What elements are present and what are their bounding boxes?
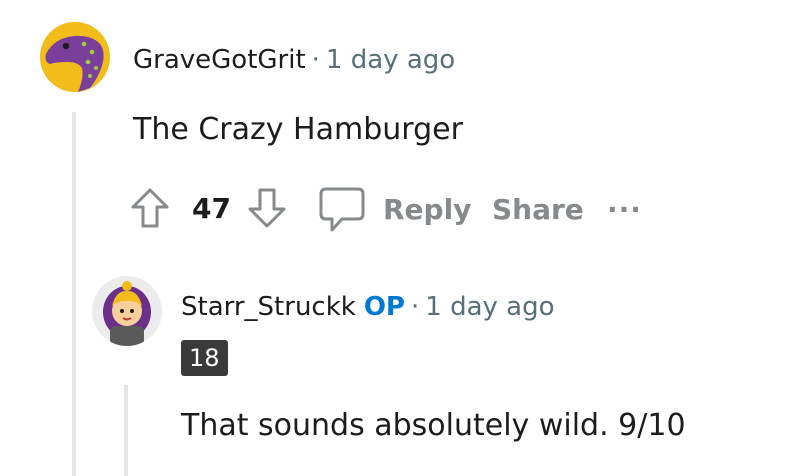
avatar[interactable] (92, 276, 162, 346)
comment-body: That sounds absolutely wild. 9/10 (181, 408, 686, 443)
reply-bubble-icon[interactable] (318, 186, 366, 234)
more-options-button[interactable]: ... (607, 183, 642, 223)
character-avatar-icon (92, 276, 162, 346)
comment-body: The Crazy Hamburger (133, 112, 463, 147)
vote-count: 47 (192, 192, 231, 225)
comment-timestamp[interactable]: 1 day ago (326, 45, 455, 75)
meta-separator: · (311, 45, 320, 75)
comment-meta: GraveGotGrit · 1 day ago (133, 42, 455, 78)
avatar[interactable] (40, 22, 110, 92)
user-flair: 18 (181, 340, 228, 376)
op-badge: OP (363, 292, 405, 322)
downvote-icon[interactable] (247, 187, 287, 229)
comment-author[interactable]: GraveGotGrit (133, 45, 306, 75)
reply-button[interactable]: Reply (383, 190, 471, 230)
share-button[interactable]: Share (492, 190, 584, 230)
meta-separator: · (411, 292, 420, 322)
upvote-icon[interactable] (130, 187, 170, 229)
thread-line-1[interactable] (72, 112, 76, 476)
comment-author[interactable]: Starr_Struckk (181, 292, 356, 322)
thread-line-2[interactable] (124, 385, 128, 476)
comment-meta: Starr_Struckk OP · 1 day ago (181, 289, 555, 325)
dinosaur-avatar-icon (40, 22, 110, 92)
comment-timestamp[interactable]: 1 day ago (425, 292, 554, 322)
